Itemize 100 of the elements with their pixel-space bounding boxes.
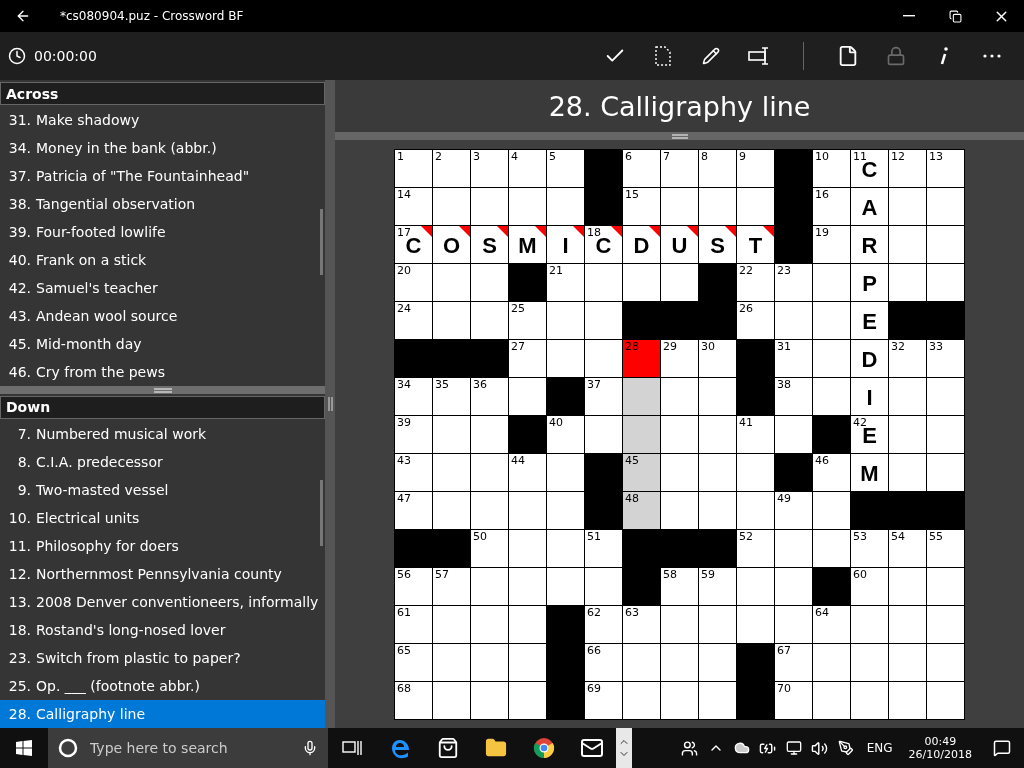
grid-cell[interactable]: 59 — [699, 568, 737, 606]
clue-item[interactable]: 11. Philosophy for doers — [0, 532, 325, 560]
grid-cell[interactable]: T — [737, 226, 775, 264]
grid-cell[interactable]: 53 — [851, 530, 889, 568]
grid-cell[interactable] — [433, 188, 471, 226]
clue-item[interactable]: 9. Two-masted vessel — [0, 476, 325, 504]
language-indicator[interactable]: ENG — [866, 741, 893, 755]
grid-cell[interactable] — [661, 416, 699, 454]
grid-cell[interactable]: 67 — [775, 644, 813, 682]
grid-cell[interactable]: P — [851, 264, 889, 302]
grid-cell[interactable] — [433, 492, 471, 530]
clue-item[interactable]: 43. Andean wool source — [0, 302, 325, 331]
grid-cell[interactable]: 56 — [395, 568, 433, 606]
grid-cell[interactable] — [585, 568, 623, 606]
grid-cell[interactable]: 55 — [927, 530, 965, 568]
search-field[interactable]: Type here to search — [88, 739, 292, 757]
grid-cell[interactable]: 21 — [547, 264, 585, 302]
grid-cell[interactable] — [471, 302, 509, 340]
grid-cell[interactable]: 23 — [775, 264, 813, 302]
grid-cell[interactable]: 49 — [775, 492, 813, 530]
clue-item[interactable]: 46. Cry from the pews — [0, 358, 325, 387]
grid-cell[interactable]: 6 — [623, 150, 661, 188]
clue-item[interactable]: 10. Electrical units — [0, 504, 325, 532]
grid-cell[interactable]: D — [623, 226, 661, 264]
grid-cell[interactable] — [927, 264, 965, 302]
clue-item[interactable]: 34. Money in the bank (abbr.) — [0, 134, 325, 163]
grid-cell[interactable]: S — [699, 226, 737, 264]
search-bar[interactable]: Type here to search — [48, 728, 328, 768]
grid-cell[interactable] — [471, 264, 509, 302]
grid-cell[interactable] — [813, 530, 851, 568]
clue-item[interactable]: 7. Numbered musical work — [0, 420, 325, 448]
grid-cell[interactable] — [547, 188, 585, 226]
grid-cell[interactable] — [471, 416, 509, 454]
grid-cell[interactable]: 15 — [623, 188, 661, 226]
grid-cell[interactable]: M — [509, 226, 547, 264]
grid-cell[interactable] — [889, 568, 927, 606]
grid-cell[interactable] — [927, 568, 965, 606]
grid-cell[interactable] — [889, 188, 927, 226]
grid-cell[interactable]: 40 — [547, 416, 585, 454]
grid-cell[interactable] — [509, 492, 547, 530]
grid-cell[interactable]: 68 — [395, 682, 433, 720]
clue-item[interactable]: 38. Tangential observation — [0, 190, 325, 219]
grid-cell[interactable] — [927, 226, 965, 264]
grid-cell[interactable] — [433, 302, 471, 340]
grid-cell[interactable]: M — [851, 454, 889, 492]
grid-cell[interactable]: E — [851, 302, 889, 340]
grid-cell[interactable] — [889, 606, 927, 644]
grid-cell[interactable] — [623, 682, 661, 720]
grid-cell[interactable]: U — [661, 226, 699, 264]
grid-cell[interactable]: 14 — [395, 188, 433, 226]
grid-cell[interactable]: 27 — [509, 340, 547, 378]
grid-cell[interactable] — [433, 606, 471, 644]
grid-cell[interactable]: I — [851, 378, 889, 416]
grid-cell[interactable] — [813, 340, 851, 378]
taskbar-clock[interactable]: 00:49 26/10/2018 — [908, 735, 972, 761]
grid-cell[interactable]: 43 — [395, 454, 433, 492]
grid-cell[interactable]: 1 — [395, 150, 433, 188]
grid-cell[interactable] — [661, 188, 699, 226]
splitter-handle[interactable] — [325, 80, 335, 728]
grid-cell[interactable] — [547, 568, 585, 606]
grid-cell[interactable]: 39 — [395, 416, 433, 454]
grid-cell[interactable] — [623, 416, 661, 454]
grid-cell[interactable]: 35 — [433, 378, 471, 416]
grid-cell[interactable]: 66 — [585, 644, 623, 682]
grid-cell[interactable] — [471, 492, 509, 530]
grid-cell[interactable] — [927, 682, 965, 720]
grid-cell[interactable]: 12 — [889, 150, 927, 188]
grid-cell[interactable] — [889, 264, 927, 302]
clue-item[interactable]: 37. Patricia of "The Fountainhead" — [0, 162, 325, 191]
grid-cell[interactable]: 4 — [509, 150, 547, 188]
grid-cell[interactable] — [547, 340, 585, 378]
grid-cell[interactable] — [813, 302, 851, 340]
grid-cell[interactable] — [699, 492, 737, 530]
grid-cell[interactable] — [433, 682, 471, 720]
grid-cell[interactable] — [471, 682, 509, 720]
grid-cell[interactable]: 52 — [737, 530, 775, 568]
grid-cell[interactable]: D — [851, 340, 889, 378]
grid-cell[interactable] — [471, 606, 509, 644]
grid-cell[interactable] — [585, 302, 623, 340]
grid-cell[interactable] — [547, 302, 585, 340]
grid-cell[interactable]: 44 — [509, 454, 547, 492]
splitter-handle[interactable] — [0, 386, 325, 394]
grid-cell[interactable] — [813, 492, 851, 530]
scrollbar-thumb[interactable] — [320, 480, 323, 546]
grid-cell[interactable]: 36 — [471, 378, 509, 416]
grid-cell[interactable] — [813, 682, 851, 720]
clue-item[interactable]: 40. Frank on a stick — [0, 246, 325, 275]
grid-cell[interactable] — [927, 188, 965, 226]
grid-cell[interactable] — [737, 568, 775, 606]
grid-cell[interactable] — [737, 492, 775, 530]
grid-cell[interactable]: 25 — [509, 302, 547, 340]
grid-cell[interactable] — [661, 606, 699, 644]
grid-cell[interactable]: 32 — [889, 340, 927, 378]
grid-cell[interactable]: S — [471, 226, 509, 264]
grid-cell[interactable] — [927, 454, 965, 492]
grid-cell[interactable] — [509, 188, 547, 226]
grid-cell[interactable]: 46 — [813, 454, 851, 492]
grid-cell[interactable] — [471, 454, 509, 492]
clue-item[interactable]: 25. Op. ___ (footnote abbr.) — [0, 672, 325, 700]
grid-cell[interactable] — [623, 378, 661, 416]
